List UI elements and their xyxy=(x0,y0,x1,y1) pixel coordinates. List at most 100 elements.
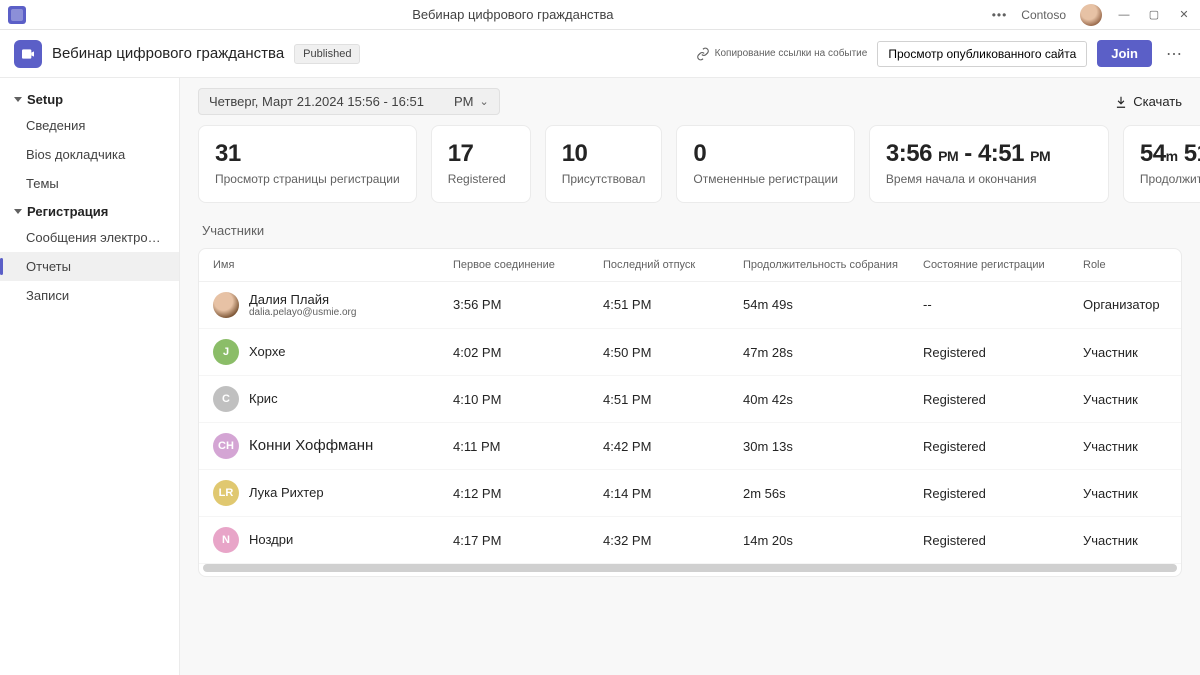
titlebar-more-icon[interactable]: ••• xyxy=(992,8,1008,22)
participant-name: Хорхе xyxy=(249,344,285,360)
participants-table: ИмяПервое соединениеПоследний отпускПрод… xyxy=(198,248,1182,578)
teams-app-icon xyxy=(8,6,26,24)
maximize-button[interactable]: ▢ xyxy=(1146,7,1162,23)
stat-card: 0 Отмененные регистрации xyxy=(676,125,855,203)
participant-avatar: LR xyxy=(213,480,239,506)
name-cell: Далия Плайяdalia.pelayo@usmie.org xyxy=(213,292,453,319)
cell-last: 4:51 PM xyxy=(603,392,743,407)
column-header[interactable]: Состояние регистрации xyxy=(923,259,1083,271)
table-row[interactable]: CHКонни Хоффманн4:11 PM4:42 PM30m 13sReg… xyxy=(199,423,1181,470)
cell-last: 4:32 PM xyxy=(603,533,743,548)
cell-dur: 47m 28s xyxy=(743,345,923,360)
cell-reg: -- xyxy=(923,297,1083,312)
stat-value: 3:56 PM - 4:51 PM xyxy=(886,140,1092,168)
cell-role: Участник xyxy=(1083,392,1182,407)
cell-dur: 2m 56s xyxy=(743,486,923,501)
cell-dur: 30m 13s xyxy=(743,439,923,454)
stat-label: Отмененные регистрации xyxy=(693,172,838,188)
table-row[interactable]: JХорхе4:02 PM4:50 PM47m 28sRegisteredУча… xyxy=(199,329,1181,376)
main-content: Четверг, Март 21.2024 15:56 - 16:51 PM ⌄… xyxy=(180,78,1200,675)
cell-last: 4:14 PM xyxy=(603,486,743,501)
cell-first: 3:56 PM xyxy=(453,297,603,312)
stat-card: 17 Registered xyxy=(431,125,531,203)
sidebar-item-bios[interactable]: Bios докладчика xyxy=(0,140,179,169)
sidebar-item-details[interactable]: Сведения xyxy=(0,111,179,140)
sidebar-item-reports[interactable]: Отчеты xyxy=(0,252,179,281)
meeting-header: Вебинар цифрового гражданства Published … xyxy=(0,30,1200,78)
chevron-down-icon: ⌄ xyxy=(479,95,488,108)
participant-avatar: J xyxy=(213,339,239,365)
header-more-icon[interactable]: ⋯ xyxy=(1162,44,1186,64)
chevron-down-icon xyxy=(14,97,22,102)
meeting-title: Вебинар цифрового гражданства xyxy=(52,45,284,62)
link-icon xyxy=(696,47,710,61)
cell-dur: 40m 42s xyxy=(743,392,923,407)
webinar-icon xyxy=(14,40,42,68)
column-header[interactable]: Продолжительность собрания xyxy=(743,259,923,271)
titlebar: Вебинар цифрового гражданства ••• Contos… xyxy=(0,0,1200,30)
cell-reg: Registered xyxy=(923,439,1083,454)
cell-first: 4:10 PM xyxy=(453,392,603,407)
cell-first: 4:02 PM xyxy=(453,345,603,360)
cell-first: 4:17 PM xyxy=(453,533,603,548)
horizontal-scrollbar[interactable] xyxy=(203,564,1177,572)
name-cell: NНоздри xyxy=(213,527,453,553)
column-header[interactable]: Role xyxy=(1083,259,1182,271)
cell-role: Участник xyxy=(1083,345,1182,360)
chevron-down-icon xyxy=(14,209,22,214)
cell-last: 4:50 PM xyxy=(603,345,743,360)
stat-label: Присутствовал xyxy=(562,172,646,188)
stats-row: 31 Просмотр страницы регистрации 17 Registe… xyxy=(180,125,1200,203)
column-header[interactable]: Последний отпуск xyxy=(603,259,743,271)
participant-avatar: CH xyxy=(213,433,239,459)
stat-card: 10 Присутствовал xyxy=(545,125,663,203)
sidebar-group-registration[interactable]: Регистрация xyxy=(0,198,179,223)
stat-label: Registered xyxy=(448,172,514,188)
table-row[interactable]: NНоздри4:17 PM4:32 PM14m 20sRegisteredУч… xyxy=(199,517,1181,564)
user-avatar[interactable] xyxy=(1080,4,1102,26)
cell-role: Участник xyxy=(1083,486,1182,501)
column-header[interactable]: Имя xyxy=(213,259,453,271)
participant-name: Далия Плайя xyxy=(249,292,356,308)
participant-avatar xyxy=(213,292,239,318)
join-button[interactable]: Join xyxy=(1097,40,1152,67)
tenant-label: Contoso xyxy=(1021,8,1066,22)
download-button[interactable]: Скачать xyxy=(1114,94,1182,109)
stat-value: 10 xyxy=(562,140,646,168)
table-row[interactable]: Далия Плайяdalia.pelayo@usmie.org3:56 PM… xyxy=(199,282,1181,330)
participant-name: Лука Рихтер xyxy=(249,485,324,501)
sidebar-group-setup[interactable]: Setup xyxy=(0,86,179,111)
table-row[interactable]: CКрис4:10 PM4:51 PM40m 42sRegisteredУчас… xyxy=(199,376,1181,423)
cell-dur: 14m 20s xyxy=(743,533,923,548)
date-range-picker[interactable]: Четверг, Март 21.2024 15:56 - 16:51 PM ⌄ xyxy=(198,88,500,115)
name-cell: LR Лука Рихтер xyxy=(213,480,453,506)
sidebar: Setup Сведения Bios докладчика Темы Реги… xyxy=(0,78,180,675)
cell-last: 4:51 PM xyxy=(603,297,743,312)
cell-role: Участник xyxy=(1083,439,1182,454)
stat-card: 3:56 PM - 4:51 PM Время начала и окончани… xyxy=(869,125,1109,203)
stat-card: 54m 51sПродолжительность собрания xyxy=(1123,125,1200,203)
stat-label: Просмотр страницы регистрации xyxy=(215,172,400,188)
sidebar-item-recordings[interactable]: Записи xyxy=(0,281,179,310)
stat-value: 0 xyxy=(693,140,838,168)
table-header-row: ИмяПервое соединениеПоследний отпускПрод… xyxy=(199,249,1181,282)
close-button[interactable]: ✕ xyxy=(1176,7,1192,23)
sidebar-item-topics[interactable]: Темы xyxy=(0,169,179,198)
preview-site-button[interactable]: Просмотр опубликованного сайта xyxy=(877,41,1087,67)
cell-reg: Registered xyxy=(923,486,1083,501)
cell-first: 4:11 PM xyxy=(453,439,603,454)
stat-value: 31 xyxy=(215,140,400,168)
column-header[interactable]: Первое соединение xyxy=(453,259,603,271)
minimize-button[interactable]: — xyxy=(1116,7,1132,23)
participant-email: dalia.pelayo@usmie.org xyxy=(249,307,356,318)
window-title: Вебинар цифрового гражданства xyxy=(34,7,992,22)
participant-name: Конни Хоффманн xyxy=(249,437,373,455)
sidebar-item-emails[interactable]: Сообщения электронной почты xyxy=(0,223,179,252)
stat-value: 17 xyxy=(448,140,514,168)
name-cell: J Хорхе xyxy=(213,339,453,365)
stat-label: Время начала и окончания xyxy=(886,172,1092,188)
participant-avatar: C xyxy=(213,386,239,412)
cell-reg: Registered xyxy=(923,533,1083,548)
table-row[interactable]: LRЛука Рихтер4:12 PM4:14 PM2m 56sRegiste… xyxy=(199,470,1181,517)
copy-link-button[interactable]: Копирование ссылки на событие xyxy=(696,47,868,61)
